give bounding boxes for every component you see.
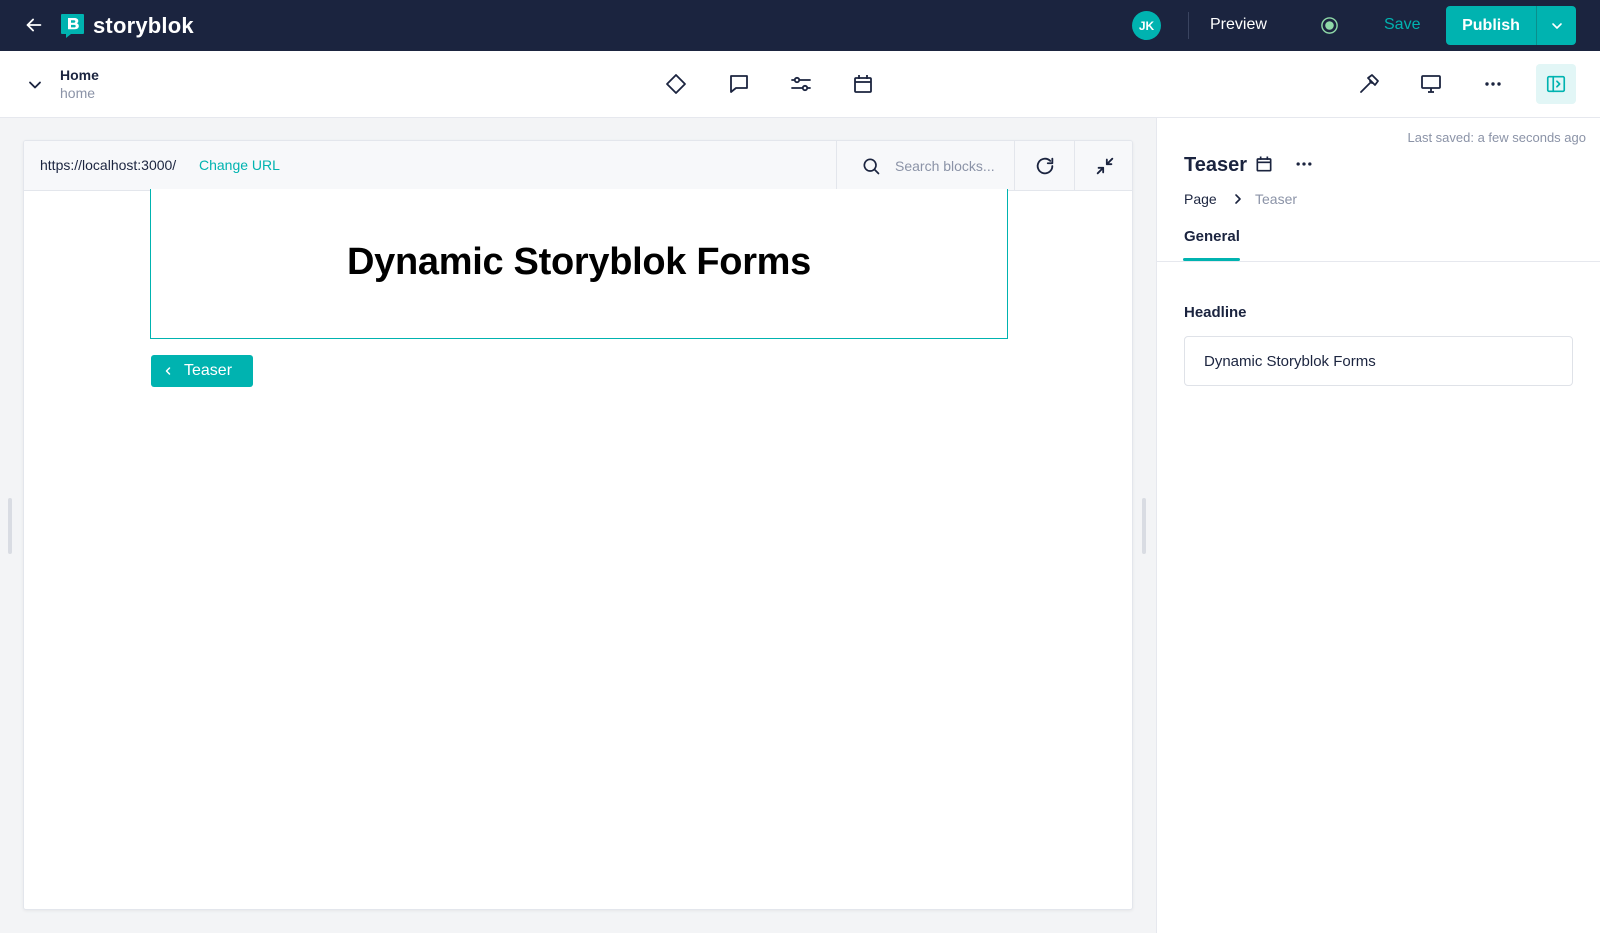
diamond-icon[interactable]	[664, 72, 688, 96]
search-icon	[863, 158, 880, 175]
refresh-icon	[1036, 157, 1053, 175]
arrow-left-icon[interactable]	[23, 14, 45, 36]
teaser-headline: Dynamic Storyblok Forms	[347, 241, 811, 283]
sidebar-toggle-button[interactable]	[1536, 64, 1576, 104]
block-title: Teaser	[1184, 154, 1248, 176]
top-bar: storyblok JK Preview Save Publish	[0, 0, 1600, 51]
active-tab-indicator	[1183, 258, 1240, 261]
status-dot-icon[interactable]	[1320, 16, 1339, 35]
sliders-icon[interactable]	[789, 72, 813, 96]
breadcrumb-page[interactable]: Page	[1184, 191, 1217, 207]
resize-handle-right[interactable]	[1142, 498, 1146, 554]
sidebar-toggle-icon	[1546, 75, 1566, 93]
hammer-icon[interactable]	[1357, 72, 1381, 96]
sidebar-tabs: General	[1157, 218, 1600, 262]
preview-url: https://localhost:3000/	[40, 157, 177, 173]
chevron-down-icon	[1551, 22, 1562, 29]
headline-field-label: Headline	[1184, 304, 1247, 321]
storyblok-logo-icon	[61, 14, 84, 38]
refresh-button[interactable]	[1014, 141, 1074, 191]
change-url-link[interactable]: Change URL	[199, 157, 280, 173]
preview-url-bar: https://localhost:3000/ Change URL	[24, 141, 1132, 191]
save-button[interactable]: Save	[1384, 14, 1420, 36]
search-blocks-input[interactable]	[895, 155, 1007, 177]
story-toolbar: Home home	[0, 51, 1600, 118]
comment-icon[interactable]	[727, 72, 751, 96]
monitor-icon[interactable]	[1419, 72, 1443, 96]
publish-dropdown-button[interactable]	[1537, 6, 1576, 45]
topbar-divider	[1188, 12, 1189, 39]
block-editor-sidebar: Last saved: a few seconds ago Teaser Pag…	[1156, 118, 1600, 933]
minimize-icon	[1096, 157, 1113, 175]
story-name[interactable]: Home	[60, 67, 99, 83]
user-avatar[interactable]: JK	[1132, 11, 1161, 40]
search-blocks	[836, 141, 1014, 191]
publish-button[interactable]: Publish	[1446, 6, 1536, 45]
breadcrumb-teaser: Teaser	[1255, 191, 1298, 207]
preview-button[interactable]: Preview	[1210, 14, 1267, 36]
teaser-tag-label: Teaser	[184, 362, 233, 379]
calendar-icon[interactable]	[851, 72, 875, 96]
tab-general[interactable]: General	[1184, 228, 1240, 261]
logo-text: storyblok	[93, 13, 194, 38]
storyblok-logo[interactable]: storyblok	[60, 12, 194, 40]
calendar-icon[interactable]	[1254, 154, 1274, 174]
chevron-down-icon[interactable]	[25, 75, 45, 95]
collapse-preview-button[interactable]	[1074, 141, 1132, 191]
headline-input[interactable]	[1184, 336, 1573, 386]
more-horizontal-icon[interactable]	[1294, 154, 1314, 174]
more-horizontal-icon[interactable]	[1481, 72, 1505, 96]
teaser-block[interactable]: Dynamic Storyblok Forms	[150, 189, 1008, 339]
last-saved-status: Last saved: a few seconds ago	[1407, 130, 1586, 145]
chevron-right-icon	[1235, 194, 1241, 204]
visual-preview: https://localhost:3000/ Change URL Dynam…	[23, 140, 1133, 910]
resize-handle-left[interactable]	[8, 498, 12, 554]
chevron-left-icon	[165, 367, 171, 375]
story-slug: home	[60, 85, 96, 101]
teaser-block-tag[interactable]: Teaser	[151, 355, 253, 387]
